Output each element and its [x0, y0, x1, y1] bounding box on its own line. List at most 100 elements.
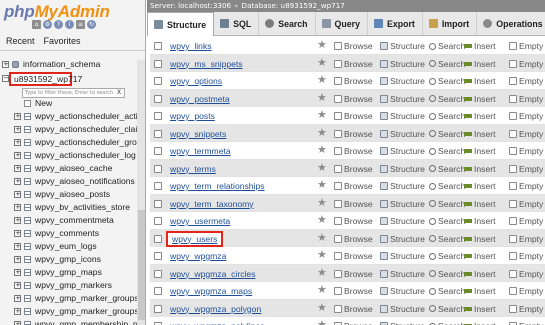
browse-action[interactable]: Browse	[334, 76, 373, 86]
table-name-link[interactable]: wpvy_term_taxonomy	[170, 199, 254, 209]
phpmyadmin-logo[interactable]: phpMyAdmin	[4, 2, 110, 22]
tab-query[interactable]: Query	[316, 12, 368, 35]
nav-table-item[interactable]: + wpvy_gmp_maps	[0, 266, 140, 279]
logout-icon[interactable]: i	[65, 20, 74, 29]
row-checkbox[interactable]	[154, 217, 162, 225]
empty-action[interactable]: Empty	[509, 234, 543, 244]
empty-action[interactable]: Empty	[509, 164, 543, 174]
favorite-star-icon[interactable]: ★	[317, 232, 327, 244]
table-name-link[interactable]: wpvy_users	[166, 230, 224, 247]
nav-table-item[interactable]: + wpvy_actionscheduler_gro	[0, 136, 140, 149]
favorites-link[interactable]: Favorites	[44, 36, 81, 46]
favorite-star-icon[interactable]: ★	[317, 74, 327, 86]
expand-icon[interactable]: +	[14, 113, 21, 120]
empty-action[interactable]: Empty	[509, 199, 543, 209]
browse-action[interactable]: Browse	[334, 59, 373, 69]
empty-action[interactable]: Empty	[509, 286, 543, 296]
search-action[interactable]: Search	[429, 304, 465, 314]
table-name-link[interactable]: wpvy_snippets	[170, 129, 226, 139]
table-name-link[interactable]: wpvy_links	[170, 41, 212, 51]
favorite-star-icon[interactable]: ★	[317, 109, 327, 121]
gear-icon[interactable]: ≡	[76, 20, 85, 29]
empty-action[interactable]: Empty	[509, 216, 543, 226]
empty-action[interactable]: Empty	[509, 94, 543, 104]
expand-icon[interactable]: +	[14, 126, 21, 133]
search-action[interactable]: Search	[429, 146, 465, 156]
recent-link[interactable]: Recent	[6, 36, 35, 46]
expand-icon[interactable]: +	[14, 230, 21, 237]
search-action[interactable]: Search	[429, 181, 465, 191]
insert-action[interactable]: Insert	[464, 199, 496, 209]
table-name-link[interactable]: wpvy_usermeta	[170, 216, 230, 226]
browse-action[interactable]: Browse	[334, 94, 373, 104]
row-checkbox[interactable]	[154, 77, 162, 85]
search-action[interactable]: Search	[429, 269, 465, 279]
expand-icon[interactable]: +	[14, 269, 21, 276]
favorite-star-icon[interactable]: ★	[317, 39, 327, 51]
favorite-star-icon[interactable]: ★	[317, 144, 327, 156]
structure-action[interactable]: Structure	[380, 199, 425, 209]
nav-table-item[interactable]: + wpvy_actionscheduler_acti	[0, 110, 140, 123]
nav-table-item[interactable]: + wpvy_actionscheduler_log	[0, 149, 140, 162]
insert-action[interactable]: Insert	[464, 76, 496, 86]
nav-table-item[interactable]: + wpvy_gmp_marker_groups	[0, 292, 140, 305]
structure-action[interactable]: Structure	[380, 216, 425, 226]
structure-action[interactable]: Structure	[380, 59, 425, 69]
table-name-link[interactable]: wpvy_wpgmza_polygon	[170, 304, 261, 314]
nav-table-item[interactable]: + wpvy_aioseo_posts	[0, 188, 140, 201]
scrollbar-thumb[interactable]	[138, 210, 145, 320]
nav-table-item[interactable]: + wpvy_aioseo_notifications	[0, 175, 140, 188]
row-checkbox[interactable]	[154, 147, 162, 155]
favorite-star-icon[interactable]: ★	[317, 162, 327, 174]
expand-icon[interactable]: +	[14, 308, 21, 315]
insert-action[interactable]: Insert	[464, 164, 496, 174]
expand-icon[interactable]: +	[14, 152, 21, 159]
table-name-link[interactable]: wpvy_termmeta	[170, 146, 231, 156]
insert-action[interactable]: Insert	[464, 216, 496, 226]
row-checkbox[interactable]	[154, 59, 162, 68]
expand-icon[interactable]: +	[14, 139, 21, 146]
table-name-link[interactable]: wpvy_postmeta	[170, 94, 230, 104]
structure-action[interactable]: Structure	[380, 251, 425, 261]
search-action[interactable]: Search	[429, 76, 465, 86]
empty-action[interactable]: Empty	[509, 304, 543, 314]
structure-action[interactable]: Structure	[380, 269, 425, 279]
browse-action[interactable]: Browse	[334, 111, 373, 121]
expand-icon[interactable]: +	[14, 282, 21, 289]
search-action[interactable]: Search	[429, 41, 465, 51]
expand-icon[interactable]: +	[14, 295, 21, 302]
empty-action[interactable]: Empty	[509, 41, 543, 51]
favorite-star-icon[interactable]: ★	[317, 214, 327, 226]
nav-table-item[interactable]: + wpvy_aioseo_cache	[0, 162, 140, 175]
nav-table-item[interactable]: + wpvy_gmp_markers	[0, 279, 140, 292]
browse-action[interactable]: Browse	[334, 269, 373, 279]
expand-icon[interactable]: +	[14, 256, 21, 263]
expand-icon[interactable]: +	[14, 204, 21, 211]
tree-item-information-schema[interactable]: + information_schema	[0, 58, 145, 71]
selected-database[interactable]: u8931592_wp717	[9, 72, 82, 86]
empty-action[interactable]: Empty	[509, 269, 543, 279]
nav-table-item[interactable]: + wpvy_commentmeta	[0, 214, 140, 227]
structure-action[interactable]: Structure	[380, 181, 425, 191]
collapse-icon[interactable]: −	[2, 75, 9, 82]
structure-action[interactable]: Structure	[380, 321, 425, 325]
tab-import[interactable]: Import	[423, 12, 478, 35]
breadcrumb-database[interactable]: Database: u8931592_wp717	[242, 1, 345, 10]
browse-action[interactable]: Browse	[334, 181, 373, 191]
browse-action[interactable]: Browse	[334, 146, 373, 156]
nav-table-item[interactable]: + wpvy_gmp_membership_pi	[0, 318, 140, 325]
empty-action[interactable]: Empty	[509, 59, 543, 69]
row-checkbox[interactable]	[154, 252, 162, 260]
empty-action[interactable]: Empty	[509, 251, 543, 261]
favorite-star-icon[interactable]: ★	[317, 302, 327, 314]
nav-table-item[interactable]: + wpvy_comments	[0, 227, 140, 240]
reload-icon[interactable]: ↻	[87, 20, 96, 29]
empty-action[interactable]: Empty	[509, 111, 543, 121]
table-name-link[interactable]: wpvy_options	[170, 76, 222, 86]
tree-item-new[interactable]: New	[0, 97, 140, 110]
favorite-star-icon[interactable]: ★	[317, 57, 327, 69]
tab-operations[interactable]: Operations	[477, 12, 545, 35]
structure-action[interactable]: Structure	[380, 76, 425, 86]
row-checkbox[interactable]	[154, 164, 162, 173]
structure-action[interactable]: Structure	[380, 234, 425, 244]
